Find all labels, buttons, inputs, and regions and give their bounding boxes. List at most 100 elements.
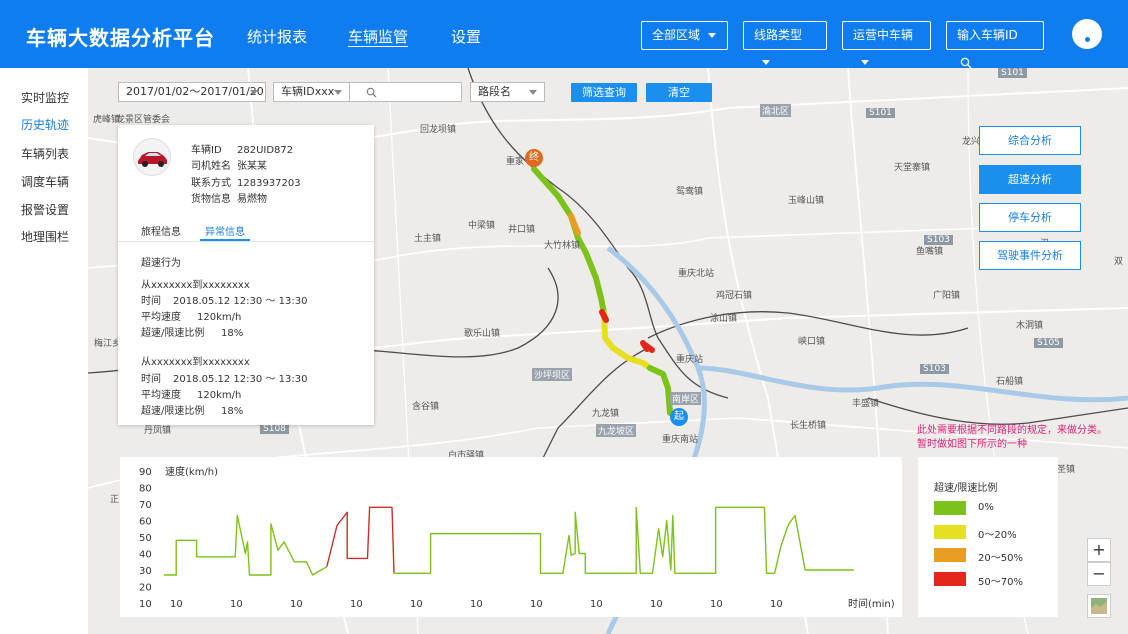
vehicle-info-card: 车辆ID 282UID872 司机姓名 张某某 联系方式 1283937203 货物信…: [118, 125, 374, 425]
legend-label: 0%: [978, 502, 994, 513]
map-label: 九龙镇: [592, 409, 620, 419]
event-time-value: 2018.05.12 12:30 ～ 13:30: [173, 296, 308, 307]
search-icon: [960, 57, 972, 68]
vehicle-status-dropdown[interactable]: 运营中车辆: [842, 21, 931, 65]
sidebar-item-geofence[interactable]: 地理围栏: [21, 228, 69, 245]
event-ratio-label: 超速/限速比例: [141, 406, 205, 417]
event-speed-row: 平均速度 120km/h: [141, 386, 241, 401]
speed-chart-plot: 10 20 30 40 50 60 70 80 90 速度(km/h) 10 10 10 10 10 10 10…: [139, 465, 895, 610]
y-tick-label: 70: [139, 500, 152, 511]
vehicle-id-select[interactable]: 车辆IDxxx: [273, 82, 350, 102]
legend-label: 0～20%: [978, 530, 1017, 541]
tab-abnormal-info[interactable]: 异常信息: [205, 223, 245, 238]
legend-swatch: [934, 525, 966, 539]
driver-name-value: 张某某: [237, 161, 267, 172]
map-label: 长生桥镇: [790, 421, 827, 431]
legend-label: 20～50%: [978, 553, 1023, 564]
nav-reports[interactable]: 统计报表: [247, 26, 307, 47]
event-speed-value: 120km/h: [197, 390, 242, 401]
map-label: 含谷镇: [412, 402, 440, 412]
section-title: 超速行为: [141, 258, 181, 269]
vehicle-id-value: 车辆IDxxx: [281, 85, 335, 98]
map-label: 峡口镇: [798, 337, 826, 347]
filter-query-button[interactable]: 筛选查询: [571, 83, 637, 102]
end-marker[interactable]: 终: [525, 149, 543, 167]
event-time-row: 时间 2018.05.12 12:30 ～ 13:30: [141, 370, 307, 385]
start-marker-label: 起: [674, 411, 684, 422]
y-axis-title: 速度(km/h): [165, 465, 218, 478]
app-title: 车辆大数据分析平台: [26, 26, 215, 50]
x-tick-label: 10: [710, 599, 723, 610]
map-label: 正: [110, 495, 120, 505]
map-label: 梅江乡: [94, 339, 122, 349]
top-navigation-bar: 车辆大数据分析平台 统计报表 车辆监管 设置 全部区域 线路类型 运营中车辆 输…: [0, 0, 1128, 68]
sidebar-item-alarm-settings[interactable]: 报警设置: [21, 201, 69, 218]
map-label: 土主镇: [414, 234, 442, 244]
contact-row: 联系方式 1283937203: [191, 174, 301, 189]
y-tick-label: 40: [139, 550, 152, 561]
contact-value: 1283937203: [237, 178, 301, 189]
legend-swatch: [934, 572, 966, 586]
design-note: 此处需要根据不同路段的规定，来做分类。 暂时做如图下所示的一种: [917, 424, 1107, 452]
map-label: 重庆站: [676, 355, 704, 365]
legend-swatch: [934, 548, 966, 562]
speed-chart: 10 20 30 40 50 60 70 80 90 速度(km/h) 10 10 10 10 10 10 10…: [120, 457, 902, 617]
zoom-in-button[interactable]: +: [1087, 538, 1111, 562]
driving-event-analysis-button[interactable]: 驾驶事件分析: [979, 241, 1081, 270]
filter-search-input[interactable]: [349, 82, 462, 102]
highway-shield: S108: [260, 424, 289, 434]
highway-shield: S105: [1034, 338, 1063, 348]
event-speed-row: 平均速度 120km/h: [141, 308, 241, 323]
x-tick-label: 10: [650, 599, 663, 610]
x-tick-label: 10: [470, 599, 483, 610]
road-segment-select[interactable]: 路段名: [470, 82, 545, 102]
map-layer-toggle[interactable]: [1087, 594, 1111, 618]
speed-series-line: [326, 506, 395, 574]
sidebar-item-vehicle-list[interactable]: 车辆列表: [21, 145, 69, 162]
date-range-picker[interactable]: 2017/01/02～2017/01/20: [118, 82, 266, 102]
x-tick-label: 10: [230, 599, 243, 610]
map-label: 涂山镇: [710, 314, 738, 324]
region-dropdown[interactable]: 全部区域: [641, 21, 728, 50]
zoom-out-button[interactable]: −: [1087, 562, 1111, 586]
chevron-down-icon: [250, 90, 258, 95]
tab-trip-info[interactable]: 旅程信息: [141, 223, 181, 238]
event-time-value: 2018.05.12 12:30 ～ 13:30: [173, 374, 308, 385]
vehicle-id-search[interactable]: 输入车辆ID: [946, 21, 1044, 68]
map-label: 沙坪坝区: [532, 368, 573, 381]
x-tick-label: 10: [530, 599, 543, 610]
x-axis-title: 时间(min): [848, 597, 895, 610]
sidebar-item-history-track[interactable]: 历史轨迹: [21, 116, 69, 133]
clear-button[interactable]: 清空: [646, 83, 712, 102]
date-range-value: 2017/01/02～2017/01/20: [126, 85, 264, 98]
search-icon: [366, 87, 377, 98]
avatar[interactable]: [1072, 19, 1102, 49]
map-label: 鱼嘴镇: [916, 247, 944, 257]
sidebar-item-dispatch[interactable]: 调度车辆: [21, 173, 69, 190]
y-tick-label: 10: [139, 599, 152, 610]
route-type-dropdown[interactable]: 线路类型: [743, 21, 827, 65]
nav-vehicle-supervision[interactable]: 车辆监管: [348, 26, 408, 47]
map-label: 天堂寨镇: [894, 163, 931, 173]
event-speed-label: 平均速度: [141, 390, 181, 401]
highway-shield: S103: [924, 235, 953, 245]
comprehensive-analysis-button[interactable]: 综合分析: [979, 126, 1081, 155]
start-marker[interactable]: 起: [670, 408, 688, 426]
map-label: 井口镇: [508, 225, 536, 235]
avatar-dot-icon: [1085, 37, 1090, 42]
event-ratio-value: 18%: [221, 328, 244, 339]
map-label: 重家: [506, 157, 525, 167]
event-time-row: 时间 2018.05.12 12:30 ～ 13:30: [141, 292, 307, 307]
event-route: 从xxxxxxx到xxxxxxxx: [141, 357, 250, 368]
speeding-analysis-button[interactable]: 超速分析: [979, 165, 1081, 194]
map-label: 双: [1114, 257, 1124, 267]
map-label: 木洞镇: [1016, 321, 1044, 331]
map-label: 重庆北站: [678, 269, 715, 279]
sidebar-item-realtime[interactable]: 实时监控: [21, 89, 69, 106]
nav-settings[interactable]: 设置: [451, 26, 481, 47]
parking-analysis-button[interactable]: 停车分析: [979, 203, 1081, 232]
x-tick-label: 10: [590, 599, 603, 610]
region-label: 全部区域: [652, 28, 701, 42]
car-icon: [138, 152, 167, 167]
map-label: 石船镇: [996, 377, 1024, 387]
